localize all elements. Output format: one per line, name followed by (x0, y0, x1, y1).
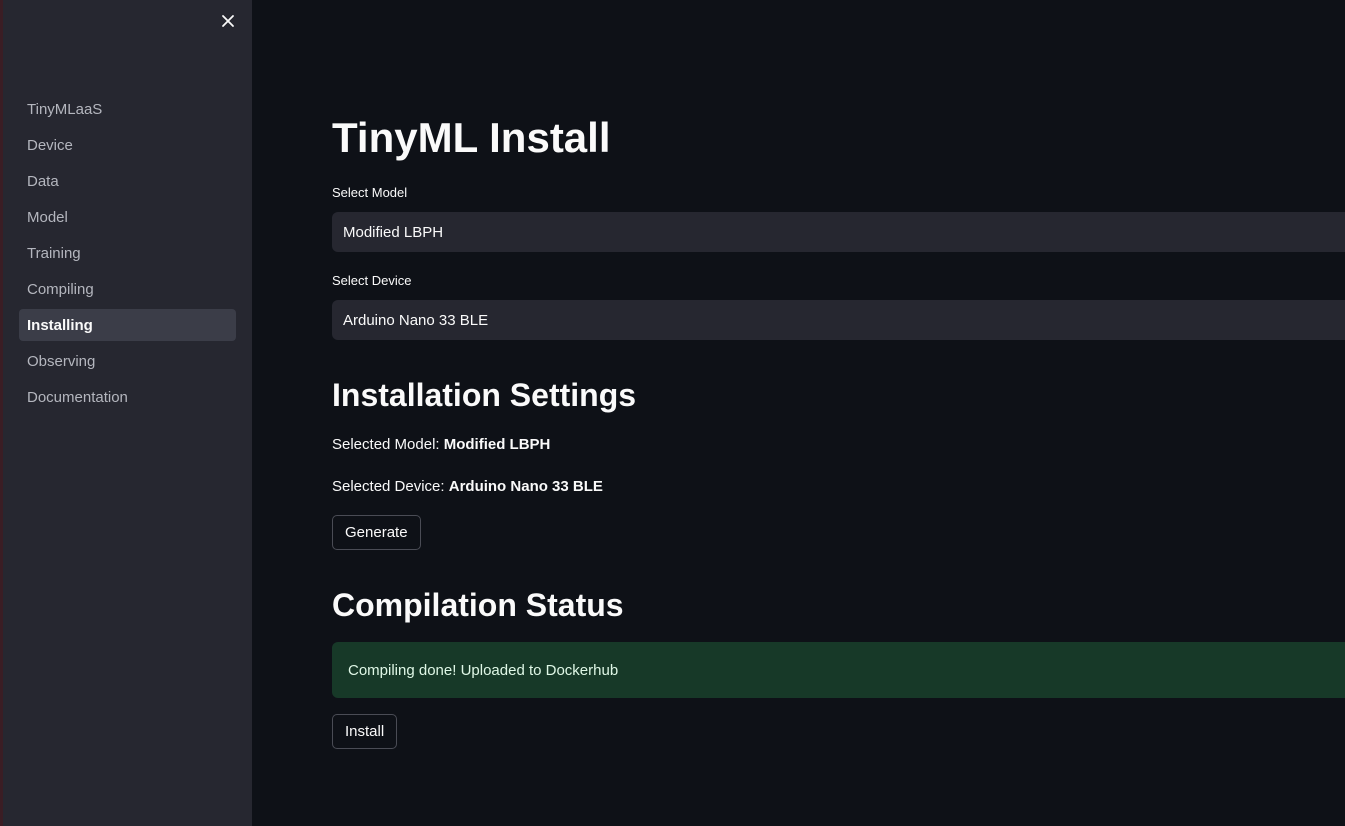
sidebar-item-training[interactable]: Training (19, 237, 236, 269)
sidebar-item-observing[interactable]: Observing (19, 345, 236, 377)
success-message: Compiling done! Uploaded to Dockerhub (348, 661, 619, 679)
close-sidebar-button[interactable] (217, 10, 239, 32)
device-select[interactable]: Arduino Nano 33 BLE (332, 300, 1345, 340)
selected-model-line: Selected Model: Modified LBPH (332, 436, 550, 453)
sidebar-item-documentation[interactable]: Documentation (19, 381, 236, 413)
sidebar-item-data[interactable]: Data (19, 165, 236, 197)
app-root: TinyMLaaS Device Data Model Training Com… (0, 0, 1345, 826)
model-select[interactable]: Modified LBPH (332, 212, 1345, 252)
selected-device-prefix: Selected Device: (332, 478, 449, 495)
sidebar: TinyMLaaS Device Data Model Training Com… (3, 0, 252, 826)
selected-model-value: Modified LBPH (443, 436, 551, 453)
installation-settings-heading: Installation Settings (332, 377, 637, 413)
page-title: TinyML Install (332, 114, 611, 161)
sidebar-item-tinymlaas[interactable]: TinyMLaaS (19, 93, 236, 125)
selected-device-line: Selected Device: Arduino Nano 33 BLE (332, 478, 603, 495)
generate-button[interactable]: Generate (332, 515, 421, 550)
sidebar-item-device[interactable]: Device (19, 129, 236, 161)
close-icon (222, 15, 234, 27)
sidebar-item-installing[interactable]: Installing (19, 309, 236, 341)
compilation-status-heading: Compilation Status (332, 587, 624, 623)
select-model-label: Select Model (332, 185, 408, 200)
selected-device-value: Arduino Nano 33 BLE (448, 478, 603, 495)
sidebar-nav: TinyMLaaS Device Data Model Training Com… (19, 93, 236, 417)
device-select-value: Arduino Nano 33 BLE (343, 311, 489, 329)
select-device-label: Select Device (332, 273, 412, 288)
sidebar-item-model[interactable]: Model (19, 201, 236, 233)
main-content: TinyML Install Select Model Modified LBP… (332, 0, 1345, 826)
model-select-value: Modified LBPH (343, 223, 444, 241)
install-button[interactable]: Install (332, 714, 398, 749)
selected-model-prefix: Selected Model: (332, 436, 444, 453)
success-alert: Compiling done! Uploaded to Dockerhub (332, 642, 1345, 698)
sidebar-item-compiling[interactable]: Compiling (19, 273, 236, 305)
